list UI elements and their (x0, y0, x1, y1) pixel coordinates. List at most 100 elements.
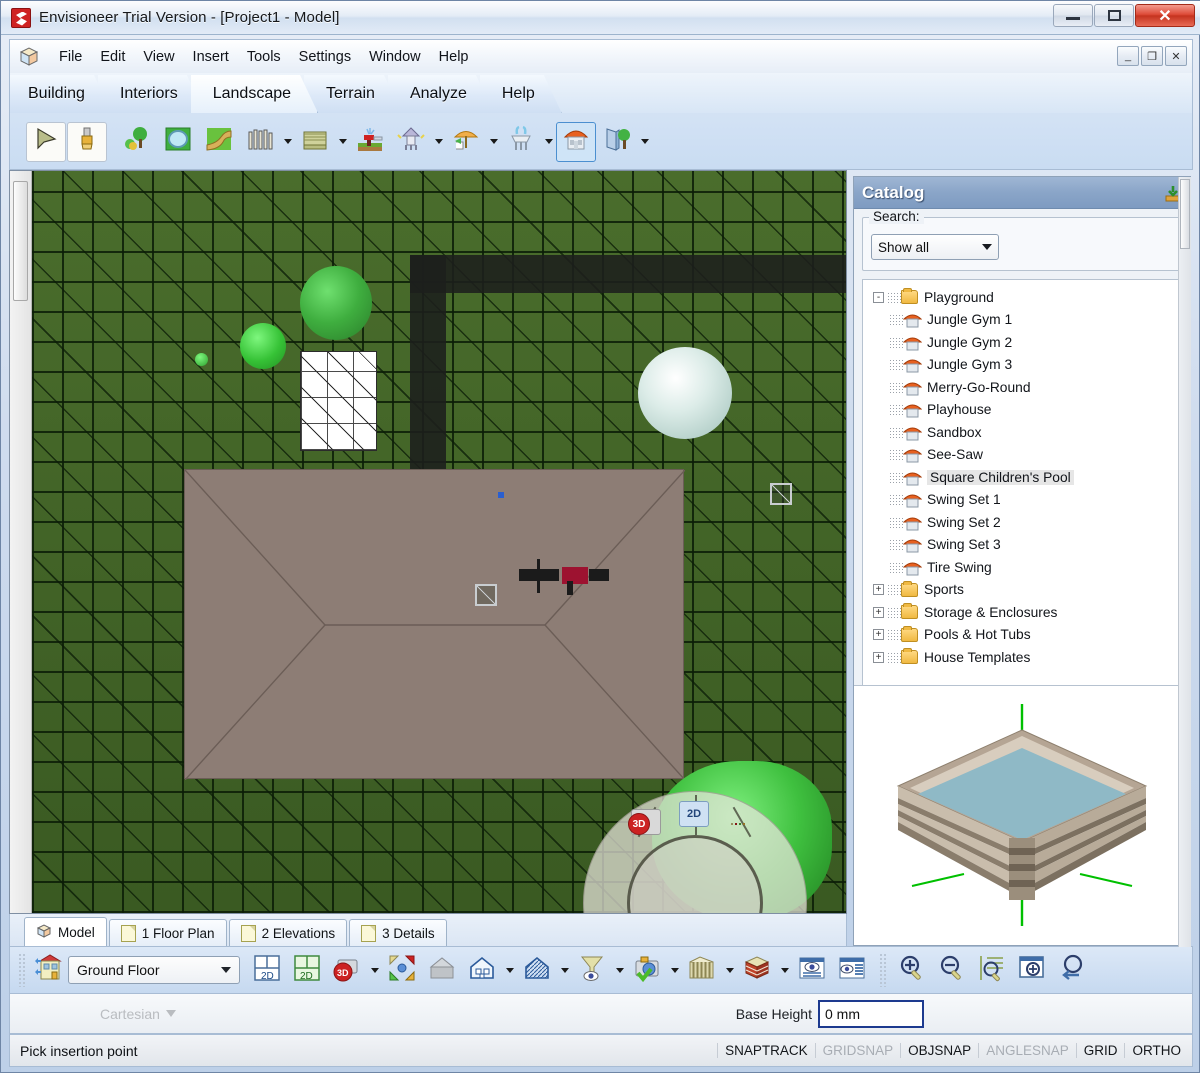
object-marker-left[interactable] (475, 584, 497, 606)
section-cut-button[interactable] (683, 951, 721, 989)
signpost-object[interactable] (519, 557, 609, 595)
tab-landscape[interactable]: Landscape (191, 75, 318, 113)
snapshot-dropdown-caret[interactable] (668, 950, 681, 990)
zoom-previous-button[interactable] (1053, 951, 1091, 989)
status-flag-objsnap[interactable]: OBJSNAP (900, 1043, 978, 1058)
material-dropdown-caret[interactable] (778, 950, 791, 990)
path-tool[interactable] (199, 122, 239, 162)
tab-building[interactable]: Building (10, 75, 112, 113)
scrollbar-thumb[interactable] (13, 181, 28, 301)
close-button[interactable]: ✕ (1135, 4, 1195, 27)
zoom-in-button[interactable] (893, 951, 931, 989)
house-roof-plan[interactable] (184, 469, 685, 780)
lamp-dropdown-caret[interactable] (432, 122, 445, 162)
menu-settings[interactable]: Settings (290, 46, 360, 68)
tree-small[interactable] (195, 353, 208, 366)
material-button[interactable] (738, 951, 776, 989)
umbrella-dropdown-caret[interactable] (487, 122, 500, 162)
lamp-post-tool[interactable] (391, 122, 431, 162)
menu-insert[interactable]: Insert (184, 46, 238, 68)
hatched-house-button[interactable] (518, 951, 556, 989)
expand-toggle-icon[interactable]: + (873, 584, 884, 596)
tree-item-sandbox[interactable]: Sandbox (867, 421, 1177, 444)
deck-dropdown-caret[interactable] (336, 122, 349, 162)
mdi-restore-button[interactable]: ❐ (1141, 46, 1163, 66)
flowering-tree-white[interactable] (638, 347, 732, 439)
expand-toggle-icon[interactable]: + (873, 651, 884, 663)
status-flag-anglesnap[interactable]: ANGLESNAP (978, 1043, 1076, 1058)
plants-tool[interactable] (117, 122, 157, 162)
catalog-filter-select[interactable]: Show all (871, 234, 999, 260)
tree-item-swing-set-2[interactable]: Swing Set 2 (867, 511, 1177, 534)
deck-tool[interactable] (295, 122, 335, 162)
fountain-tool[interactable] (501, 122, 541, 162)
scrollbar-thumb[interactable] (1180, 179, 1190, 249)
tree-folder-storage-enclosures[interactable]: + Storage & Enclosures (867, 601, 1177, 624)
tree-folder-sports[interactable]: + Sports (867, 579, 1177, 602)
view-2d-color-button[interactable]: 2D (288, 951, 326, 989)
view-filter-dropdown-caret[interactable] (613, 950, 626, 990)
doc-tab-details[interactable]: 3 Details (349, 919, 447, 946)
tree-item-swing-set-3[interactable]: Swing Set 3 (867, 534, 1177, 557)
move-handles-button[interactable] (723, 811, 753, 837)
menu-file[interactable]: File (50, 46, 91, 68)
status-flag-snaptrack[interactable]: SNAPTRACK (717, 1043, 815, 1058)
minimize-button[interactable] (1053, 4, 1093, 27)
doc-tab-floor-plan[interactable]: 1 Floor Plan (108, 919, 227, 946)
toolbar-grip-2[interactable] (879, 953, 887, 987)
object-marker-right[interactable] (770, 483, 792, 505)
tab-help[interactable]: Help (480, 75, 562, 113)
tree-item-playhouse[interactable]: Playhouse (867, 399, 1177, 422)
model-canvas[interactable]: 3D 2D ✋ (9, 170, 847, 914)
zoom-extents-button[interactable] (973, 951, 1011, 989)
catalog-preview-pane[interactable] (854, 685, 1190, 945)
view-3d-camera-button[interactable]: 3D (328, 951, 366, 989)
fence-tool[interactable] (240, 122, 280, 162)
view-2d-button[interactable]: 2D (679, 801, 709, 827)
tab-terrain[interactable]: Terrain (304, 75, 402, 113)
tree-folder-pools-hot-tubs[interactable]: + Pools & Hot Tubs (867, 624, 1177, 647)
menu-tools[interactable]: Tools (238, 46, 290, 68)
tree-item-merry-go-round[interactable]: Merry-Go-Round (867, 376, 1177, 399)
tree-folder-house-templates[interactable]: + House Templates (867, 646, 1177, 669)
menu-view[interactable]: View (134, 46, 183, 68)
window-frame-object[interactable] (300, 351, 377, 451)
pond-tool[interactable] (158, 122, 198, 162)
terrain-grid[interactable]: 3D 2D ✋ (32, 171, 846, 913)
status-flag-gridsnap[interactable]: GRIDSNAP (814, 1043, 901, 1058)
collapse-toggle-icon[interactable]: - (873, 291, 884, 303)
playground-tool[interactable] (556, 121, 596, 162)
fountain-dropdown-caret[interactable] (542, 122, 555, 162)
view-filter-button[interactable] (573, 951, 611, 989)
tree-item-jungle-gym-1[interactable]: Jungle Gym 1 (867, 309, 1177, 332)
menu-window[interactable]: Window (360, 46, 430, 68)
hatched-dropdown-caret[interactable] (558, 950, 571, 990)
mdi-close-button[interactable]: ✕ (1165, 46, 1187, 66)
tree-item-jungle-gym-2[interactable]: Jungle Gym 2 (867, 331, 1177, 354)
view-3d-dropdown-caret[interactable] (368, 950, 381, 990)
coordinate-mode-selector[interactable]: Cartesian (100, 1006, 176, 1022)
paintbrush-tool[interactable] (67, 121, 107, 162)
status-flag-ortho[interactable]: ORTHO (1124, 1043, 1188, 1058)
catalog-dropdown-caret[interactable] (638, 122, 651, 162)
expand-toggle-icon[interactable]: + (873, 606, 884, 618)
tree-item-see-saw[interactable]: See-Saw (867, 444, 1177, 467)
zoom-window-button[interactable] (1013, 951, 1051, 989)
tree-item-square-childrens-pool[interactable]: Square Children's Pool (867, 466, 1177, 489)
floor-selector[interactable]: Ground Floor (68, 956, 240, 984)
catalog-scrollbar[interactable] (1178, 177, 1191, 947)
snapshot-button[interactable] (628, 951, 666, 989)
base-height-input[interactable]: 0 mm (818, 999, 924, 1028)
sprinkler-tool[interactable] (350, 122, 390, 162)
expand-toggle-icon[interactable]: + (873, 629, 884, 641)
section-dropdown-caret[interactable] (723, 950, 736, 990)
menu-edit[interactable]: Edit (91, 46, 134, 68)
mdi-minimize-button[interactable]: _ (1117, 46, 1139, 66)
fence-dropdown-caret[interactable] (281, 122, 294, 162)
doc-tab-model[interactable]: Model (24, 917, 107, 946)
status-flag-grid[interactable]: GRID (1075, 1043, 1125, 1058)
tree-folder-playground[interactable]: - Playground (867, 286, 1177, 309)
view-3d-button[interactable]: 3D (628, 809, 661, 835)
display-layers-button[interactable] (833, 951, 871, 989)
canvas-vertical-scrollbar[interactable] (10, 171, 32, 913)
